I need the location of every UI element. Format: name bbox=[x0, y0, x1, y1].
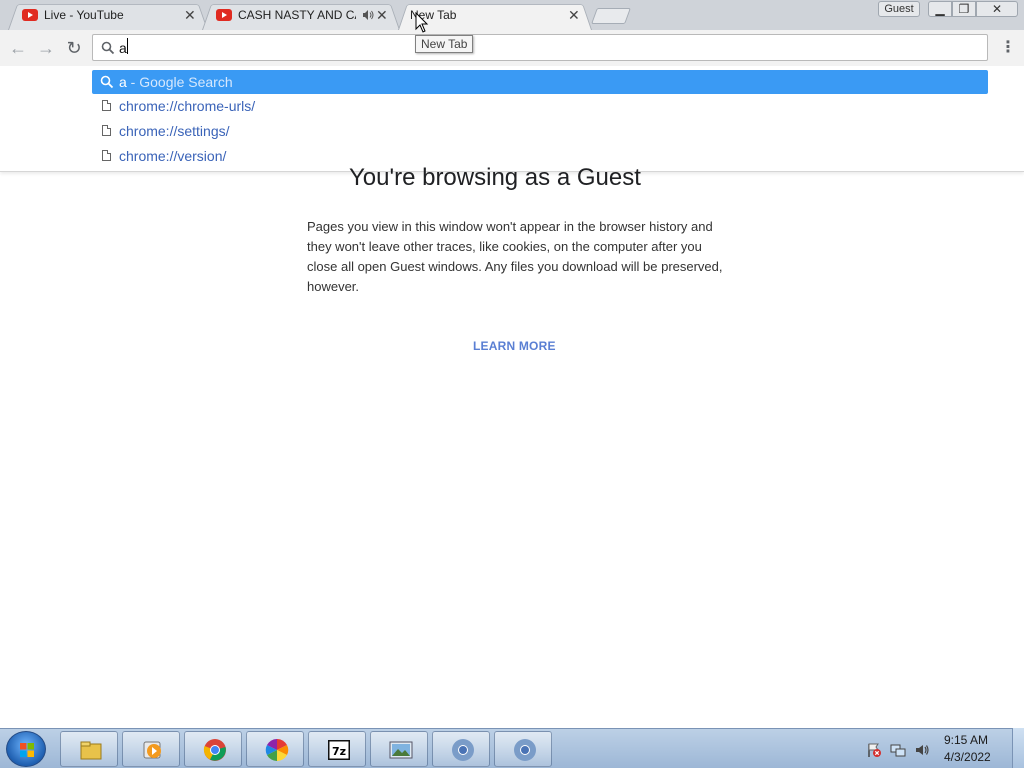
chrome-window-icon bbox=[452, 739, 474, 761]
image-viewer-icon bbox=[389, 741, 413, 759]
reload-icon[interactable]: ↻ bbox=[64, 38, 84, 58]
taskbar-chrome[interactable] bbox=[184, 731, 242, 767]
media-player-icon bbox=[143, 741, 161, 759]
suggestion-text: chrome://version/ bbox=[119, 148, 227, 164]
photos-icon bbox=[265, 738, 289, 762]
close-window-button[interactable]: ✕ bbox=[976, 1, 1018, 17]
taskbar-7zip[interactable]: 7z bbox=[308, 731, 366, 767]
minimize-icon: ▁ bbox=[935, 2, 945, 16]
search-icon bbox=[100, 75, 114, 89]
tab-title: CASH NASTY AND CA bbox=[238, 8, 356, 22]
chrome-icon bbox=[203, 739, 226, 761]
7zip-icon: 7z bbox=[328, 740, 350, 760]
clock-date[interactable]: 4/3/2022 bbox=[944, 750, 991, 764]
tab-title: Live - YouTube bbox=[44, 8, 124, 22]
close-icon[interactable]: ✕ bbox=[376, 7, 388, 23]
new-tab-button[interactable] bbox=[591, 8, 631, 24]
text-caret bbox=[127, 38, 128, 54]
page-title: You're browsing as a Guest bbox=[349, 164, 641, 191]
youtube-icon bbox=[22, 9, 38, 21]
taskbar-photos[interactable] bbox=[246, 731, 304, 767]
clock-time[interactable]: 9:15 AM bbox=[944, 733, 988, 747]
suggestion-text: chrome://chrome-urls/ bbox=[119, 98, 256, 114]
tab-tooltip: New Tab bbox=[415, 35, 474, 53]
network-icon[interactable] bbox=[890, 742, 906, 758]
taskbar: 7z bbox=[0, 728, 1024, 768]
tab-strip: Live - YouTube ✕ CASH NASTY AND CA ✕ New… bbox=[0, 0, 1024, 31]
search-icon bbox=[101, 41, 115, 55]
show-desktop-button[interactable] bbox=[1012, 728, 1024, 768]
page-icon bbox=[102, 150, 111, 161]
menu-icon[interactable]: ⋮ bbox=[1000, 38, 1016, 58]
toolbar: ← → ↻ ⋮ bbox=[0, 30, 1024, 66]
tab-live-youtube[interactable]: Live - YouTube ✕ bbox=[8, 1, 208, 31]
suggestion-chrome-urls[interactable]: chrome://chrome-urls/ bbox=[92, 94, 988, 118]
suggestion-google-search[interactable]: a - Google Search bbox=[92, 70, 988, 94]
volume-icon[interactable] bbox=[914, 742, 930, 758]
forward-icon[interactable]: → bbox=[36, 38, 56, 58]
suggestion-detail: - Google Search bbox=[126, 74, 233, 90]
address-input[interactable] bbox=[119, 38, 959, 57]
browser-window: Live - YouTube ✕ CASH NASTY AND CA ✕ New… bbox=[0, 0, 1024, 768]
guest-profile-button[interactable]: Guest bbox=[878, 1, 920, 17]
suggestion-query: a bbox=[119, 74, 127, 90]
file-explorer-icon bbox=[80, 741, 102, 760]
taskbar-chrome-window[interactable] bbox=[494, 731, 552, 767]
7zip-label: 7z bbox=[332, 745, 346, 758]
speaker-icon[interactable] bbox=[362, 9, 374, 21]
suggestion-text: chrome://settings/ bbox=[119, 123, 230, 139]
page-icon bbox=[102, 125, 111, 136]
back-icon[interactable]: ← bbox=[8, 38, 28, 58]
restore-button[interactable]: ❐ bbox=[952, 1, 976, 17]
minimize-button[interactable]: ▁ bbox=[928, 1, 952, 17]
close-icon[interactable]: ✕ bbox=[568, 7, 580, 23]
learn-more-link[interactable]: LEARN MORE bbox=[473, 339, 556, 353]
page-icon bbox=[102, 100, 111, 111]
action-center-flag-icon[interactable] bbox=[866, 742, 882, 758]
start-button[interactable] bbox=[6, 731, 46, 767]
tab-title: New Tab bbox=[410, 8, 457, 22]
close-icon: ✕ bbox=[991, 2, 1003, 16]
chrome-window-icon bbox=[514, 739, 536, 761]
close-icon[interactable]: ✕ bbox=[184, 7, 196, 23]
taskbar-file-explorer[interactable] bbox=[60, 731, 118, 767]
tab-cash-nasty[interactable]: CASH NASTY AND CA ✕ bbox=[202, 1, 400, 31]
taskbar-chrome-window[interactable] bbox=[432, 731, 490, 767]
guest-description: Pages you view in this window won't appe… bbox=[307, 219, 723, 294]
taskbar-media-player[interactable] bbox=[122, 731, 180, 767]
suggestion-settings[interactable]: chrome://settings/ bbox=[92, 119, 988, 143]
restore-icon: ❐ bbox=[958, 2, 970, 16]
omnibox-suggestions: a - Google Search chrome://chrome-urls/ … bbox=[0, 66, 1024, 172]
windows-logo-icon bbox=[20, 743, 34, 757]
omnibox[interactable] bbox=[92, 34, 988, 61]
taskbar-image-viewer[interactable] bbox=[370, 731, 428, 767]
youtube-icon bbox=[216, 9, 232, 21]
mouse-cursor-icon bbox=[415, 12, 429, 33]
